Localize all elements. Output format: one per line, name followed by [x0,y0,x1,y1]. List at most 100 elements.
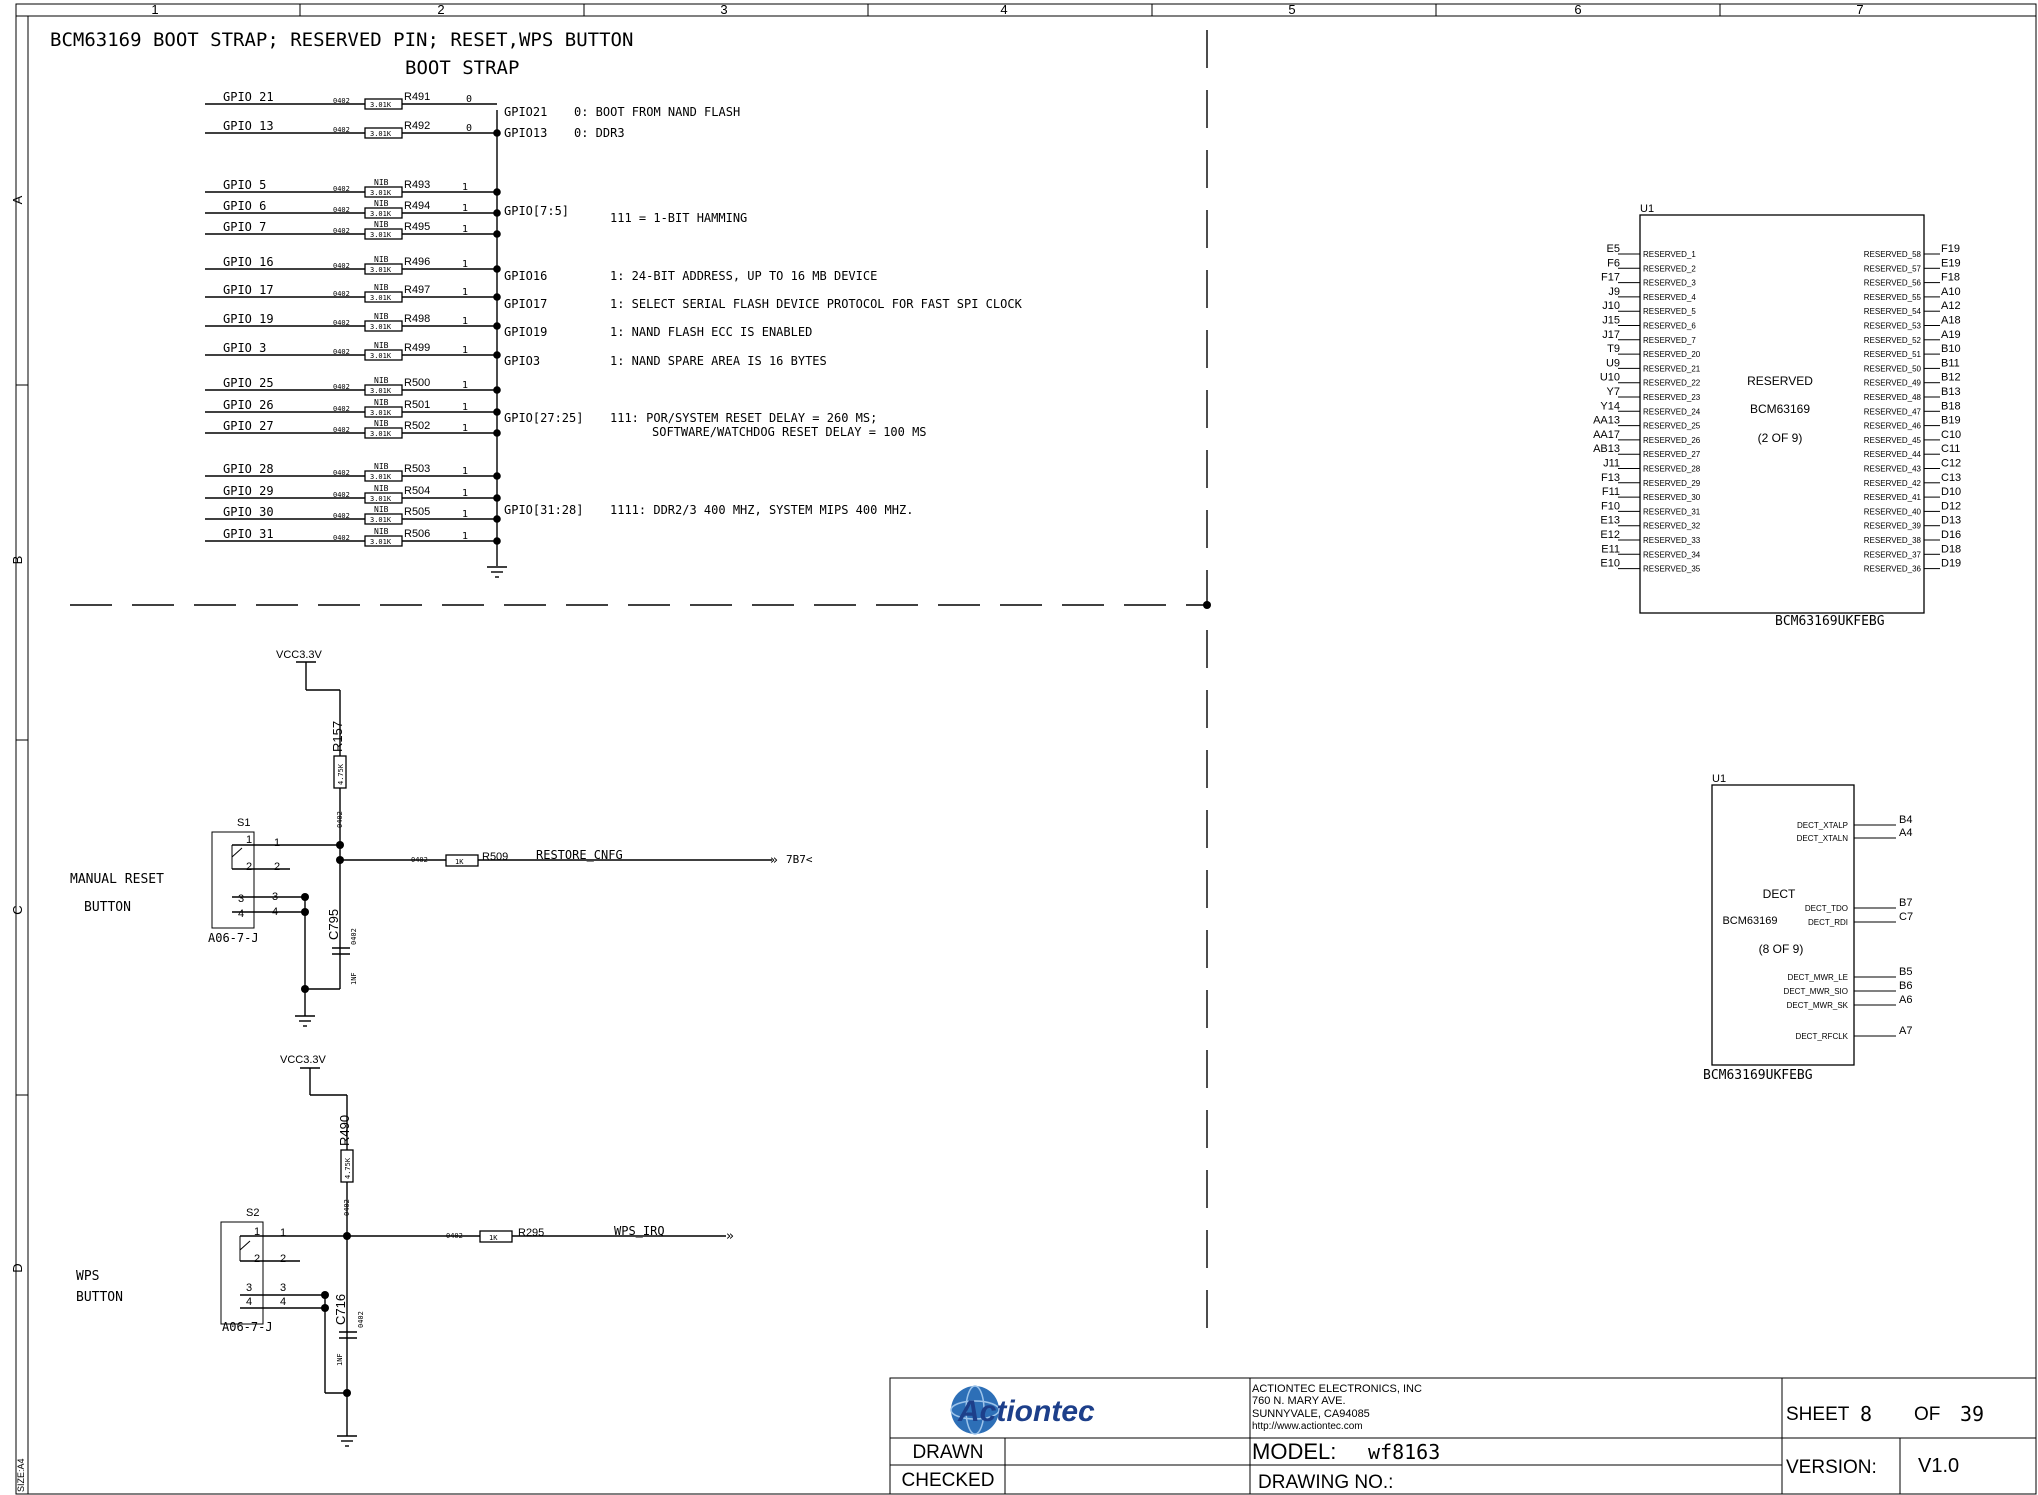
company-name: ACTIONTEC ELECTRONICS, INC [1252,1383,1422,1395]
net-label: WPS_IRQ [614,1224,665,1238]
resistor-ref: R295 [518,1227,544,1239]
ic-part-number: BCM63169UKFEBG [1703,1068,1813,1083]
manual-reset-circuit: MANUAL RESET BUTTON VCC3.3V 4.75K R157 0… [70,649,813,1027]
pin-name: RESERVED_32 [1643,522,1701,531]
switch-pin: 2 [280,1253,286,1265]
ball-label: Y7 [1607,386,1620,398]
ic-section: (2 OF 9) [1758,431,1803,445]
switch-pin: 4 [246,1296,252,1308]
resistor-ref: R498 [404,313,430,325]
net-label: GPIO_30 [223,505,274,519]
row-label: B [10,556,25,565]
resistor-ref: R494 [404,200,430,212]
ball-label: E10 [1600,558,1620,570]
net-label: RESTORE_CNFG [536,848,623,862]
ball-label: B19 [1941,415,1961,427]
pin-name: RESERVED_58 [1864,250,1922,259]
strap-bit: 1 [462,402,468,413]
sheet-title: BCM63169 BOOT STRAP; RESERVED PIN; RESET… [50,29,633,51]
resistor-ref: R500 [404,377,430,389]
pin-name: DECT_XTALN [1797,834,1849,843]
vcc-label: VCC3.3V [276,649,323,661]
resistor-ref: R490 [337,1115,352,1146]
dnp-marker: NIB [374,178,389,187]
ball-label: B11 [1941,357,1960,369]
ball-label: F18 [1941,272,1960,284]
switch-pin: 2 [254,1253,260,1265]
column-label: 5 [1288,2,1295,17]
ball-label: C12 [1941,458,1961,470]
cap-footprint: 0402 [350,928,358,945]
net-label: GPIO_29 [223,484,274,498]
cap-value: 1NF [350,972,358,985]
model-label: MODEL: [1252,1439,1336,1464]
resistor-footprint: 0402 [333,290,350,298]
offpage-arrow-icon: » [770,853,778,868]
pin-name: RESERVED_28 [1643,465,1701,474]
u1-dect-block: U1 DECT BCM63169 (8 OF 9) BCM63169UKFEBG… [1703,773,1913,1083]
dnp-marker: NIB [374,484,389,493]
ball-label: C13 [1941,472,1961,484]
ball-label: J10 [1602,300,1620,312]
pin-name: DECT_MWR_LE [1788,973,1848,982]
ground-icon [487,566,507,578]
wps-label: BUTTON [76,1290,123,1305]
of-label: OF [1914,1404,1940,1425]
net-label: GPIO_17 [223,283,274,297]
dnp-marker: NIB [374,419,389,428]
ball-label: B18 [1941,400,1961,412]
resistor-ref: R497 [404,284,430,296]
switch-s1[interactable] [211,831,255,929]
model-value: wf8163 [1368,1440,1440,1464]
reset-label: MANUAL RESET [70,872,164,887]
boot-strap-title: BOOT STRAP [405,57,519,79]
switch-pin: 2 [274,861,280,873]
dnp-marker: NIB [374,505,389,514]
row-markers: A B C D SIZE:A4 [10,195,26,1492]
ball-label: A6 [1899,994,1912,1006]
resistor-ref: R501 [404,399,430,411]
ball-label: U10 [1600,372,1620,384]
note-text: 0: BOOT FROM NAND FLASH [574,105,740,119]
pin-name: RESERVED_41 [1864,493,1922,502]
title-block: Actiontec ACTIONTEC ELECTRONICS, INC 760… [889,1377,2037,1495]
pin-name: RESERVED_47 [1864,407,1922,416]
switch-pin: 3 [246,1282,252,1294]
switch-part: A06-7-J [208,931,259,945]
resistor-value: 3.01K [370,409,392,417]
ball-label: D16 [1941,529,1961,541]
pin-name: RESERVED_51 [1864,350,1922,359]
checked-label: CHECKED [902,1470,995,1491]
ic-left-pins: E5 RESERVED_1 F6 RESERVED_2 F17 RESERVED_3 J9 R… [1593,243,1701,574]
ball-label: E11 [1601,543,1620,555]
resistor-footprint: 0402 [333,185,350,193]
note-text: 0: DDR3 [574,126,625,140]
pin-name: DECT_XTALP [1797,821,1848,830]
sheet-label: SHEET [1786,1404,1850,1425]
resistor-value: 3.01K [370,495,392,503]
resistor-value: 3.01K [370,266,392,274]
ic-ref: U1 [1640,203,1654,215]
strap-bit: 1 [462,259,468,270]
resistor-ref: R504 [404,485,430,497]
net-label: GPIO_25 [223,376,274,390]
ball-label: A18 [1941,315,1961,327]
ball-label: AA13 [1593,415,1620,427]
note-gpio-label: GPIO16 [504,269,547,283]
boot-strap-resistor-array: GPIO_21 0402 3.01K R491 0 GPIO_13 0402 3.01K R49… [205,90,501,547]
net-label: GPIO_7 [223,220,266,234]
column-label: 3 [720,2,727,17]
pin-name: DECT_TDO [1805,904,1848,913]
pin-name: RESERVED_5 [1643,307,1696,316]
total-sheets: 39 [1960,1402,1984,1426]
ball-label: E12 [1600,529,1620,541]
ground-icon [337,1435,357,1447]
pin-name: RESERVED_7 [1643,336,1696,345]
dnp-marker: NIB [374,462,389,471]
strap-bit: 1 [462,380,468,391]
switch-pin: 3 [238,893,244,905]
ball-label: F13 [1601,472,1620,484]
dnp-marker: NIB [374,376,389,385]
resistor-value: 1K [489,1234,498,1242]
ball-label: A19 [1941,329,1961,341]
